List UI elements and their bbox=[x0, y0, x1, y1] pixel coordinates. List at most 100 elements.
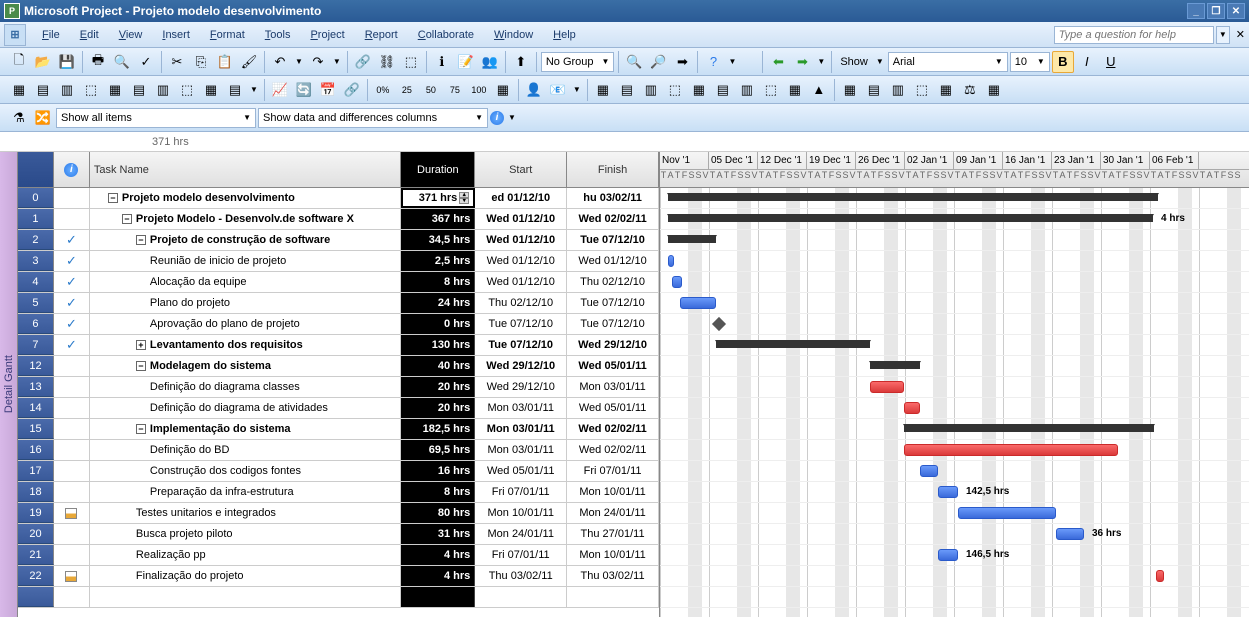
duration-cell[interactable]: 371 hrs▴▾ bbox=[401, 188, 475, 208]
tb2-5[interactable]: ▦ bbox=[104, 79, 126, 101]
row-number[interactable]: 2 bbox=[18, 230, 54, 250]
menu-insert[interactable]: Insert bbox=[152, 25, 200, 45]
task-name-cell[interactable]: Alocação da equipe bbox=[90, 272, 402, 292]
row-number[interactable]: 1 bbox=[18, 209, 54, 229]
row-number[interactable]: 18 bbox=[18, 482, 54, 502]
start-cell[interactable]: Fri 07/01/11 bbox=[475, 482, 567, 502]
help-icon[interactable]: ? bbox=[702, 51, 724, 73]
start-cell[interactable]: Wed 01/12/10 bbox=[475, 209, 567, 229]
start-cell[interactable]: Tue 07/12/10 bbox=[475, 314, 567, 334]
view-3[interactable]: ▥ bbox=[640, 79, 662, 101]
gantt-bar[interactable] bbox=[668, 214, 1153, 222]
row-number[interactable]: 20 bbox=[18, 524, 54, 544]
menu-format[interactable]: Format bbox=[200, 25, 255, 45]
row-number[interactable]: 4 bbox=[18, 272, 54, 292]
finish-cell[interactable]: Mon 24/01/11 bbox=[567, 503, 659, 523]
restore-button[interactable]: ❐ bbox=[1207, 3, 1225, 19]
task-name-cell[interactable]: Plano do projeto bbox=[90, 293, 402, 313]
row-number[interactable]: 16 bbox=[18, 440, 54, 460]
row-number[interactable]: 0 bbox=[18, 188, 54, 208]
help-dropdown[interactable]: ▼ bbox=[1216, 26, 1230, 44]
table-row[interactable]: 6✓Aprovação do plano de projeto0 hrsTue … bbox=[18, 314, 659, 335]
undo-dropdown[interactable]: ▼ bbox=[293, 57, 305, 66]
start-cell[interactable]: Thu 02/12/10 bbox=[475, 293, 567, 313]
task-name-cell[interactable]: Construção dos codigos fontes bbox=[90, 461, 402, 481]
header-start[interactable]: Start bbox=[475, 152, 567, 187]
table-row[interactable]: 12−Modelagem do sistema40 hrsWed 29/12/1… bbox=[18, 356, 659, 377]
print-icon[interactable]: 🖶 bbox=[87, 51, 109, 73]
format-painter-icon[interactable]: 🖌 bbox=[238, 51, 260, 73]
tb2-1[interactable]: ▦ bbox=[8, 79, 30, 101]
row-number[interactable]: 17 bbox=[18, 461, 54, 481]
copy-icon[interactable]: ⎘ bbox=[190, 51, 212, 73]
menu-edit[interactable]: Edit bbox=[70, 25, 109, 45]
group-combo[interactable]: No Group▼ bbox=[541, 52, 615, 72]
gantt-bar[interactable] bbox=[680, 297, 716, 309]
zoom-in-icon[interactable]: 🔍 bbox=[623, 51, 645, 73]
task-name-cell[interactable]: Busca projeto piloto bbox=[90, 524, 402, 544]
header-rownum[interactable] bbox=[18, 152, 54, 187]
start-cell[interactable]: Wed 01/12/10 bbox=[475, 272, 567, 292]
table-row[interactable]: 3✓Reunião de inicio de projeto2,5 hrsWed… bbox=[18, 251, 659, 272]
info-cell[interactable]: ✓ bbox=[54, 314, 90, 334]
compare-7[interactable]: ▦ bbox=[983, 79, 1005, 101]
compare-2[interactable]: ▤ bbox=[863, 79, 885, 101]
font-combo[interactable]: Arial▼ bbox=[888, 52, 1008, 72]
outline-toggle[interactable]: − bbox=[136, 361, 146, 371]
menu-view[interactable]: View bbox=[109, 25, 153, 45]
duration-cell[interactable]: 8 hrs bbox=[401, 482, 475, 502]
finish-cell[interactable]: Tue 07/12/10 bbox=[567, 314, 659, 334]
table-row[interactable]: 4✓Alocação da equipe8 hrsWed 01/12/10Thu… bbox=[18, 272, 659, 293]
table-row[interactable]: 18Preparação da infra-estrutura8 hrsFri … bbox=[18, 482, 659, 503]
finish-cell[interactable]: Tue 07/12/10 bbox=[567, 230, 659, 250]
start-cell[interactable]: Wed 29/12/10 bbox=[475, 377, 567, 397]
doc-close-button[interactable]: ✕ bbox=[1236, 28, 1245, 41]
duration-cell[interactable]: 367 hrs bbox=[401, 209, 475, 229]
duration-cell[interactable]: 0 hrs bbox=[401, 314, 475, 334]
finish-cell[interactable]: Wed 02/02/11 bbox=[567, 209, 659, 229]
finish-cell[interactable]: hu 03/02/11 bbox=[567, 188, 659, 208]
duration-spinner[interactable]: ▴▾ bbox=[459, 192, 469, 204]
row-number[interactable]: 13 bbox=[18, 377, 54, 397]
gantt-bar[interactable] bbox=[904, 402, 920, 414]
duration-cell[interactable]: 34,5 hrs bbox=[401, 230, 475, 250]
bold-button[interactable]: B bbox=[1052, 51, 1074, 73]
compare-6[interactable]: ⚖ bbox=[959, 79, 981, 101]
duration-cell[interactable]: 16 hrs bbox=[401, 461, 475, 481]
duration-cell[interactable]: 80 hrs bbox=[401, 503, 475, 523]
view-6[interactable]: ▤ bbox=[712, 79, 734, 101]
info-cell[interactable] bbox=[54, 461, 90, 481]
view-9[interactable]: ▦ bbox=[784, 79, 806, 101]
row-number[interactable]: 19 bbox=[18, 503, 54, 523]
menu-help[interactable]: Help bbox=[543, 25, 586, 45]
tb2-10[interactable]: ▤ bbox=[224, 79, 246, 101]
finish-cell[interactable]: Wed 05/01/11 bbox=[567, 356, 659, 376]
outline-toggle[interactable]: − bbox=[122, 214, 132, 224]
info-cell[interactable] bbox=[54, 524, 90, 544]
info-cell[interactable] bbox=[54, 545, 90, 565]
pct-75[interactable]: 75 bbox=[444, 79, 466, 101]
redo-dropdown[interactable]: ▼ bbox=[331, 57, 343, 66]
publish-icon[interactable]: ⬆ bbox=[510, 51, 532, 73]
table-row[interactable]: 13Definição do diagrama classes20 hrsWed… bbox=[18, 377, 659, 398]
collab-1[interactable]: 👤 bbox=[523, 79, 545, 101]
table-row[interactable]: 14Definição do diagrama de atividades20 … bbox=[18, 398, 659, 419]
finish-cell[interactable]: Wed 05/01/11 bbox=[567, 398, 659, 418]
gantt-bar[interactable] bbox=[958, 507, 1056, 519]
tb2-9[interactable]: ▦ bbox=[200, 79, 222, 101]
info-icon[interactable]: ℹ bbox=[431, 51, 453, 73]
split-icon[interactable]: ⬚ bbox=[400, 51, 422, 73]
finish-cell[interactable]: Wed 02/02/11 bbox=[567, 419, 659, 439]
view-1[interactable]: ▦ bbox=[592, 79, 614, 101]
finish-cell[interactable]: Wed 01/12/10 bbox=[567, 251, 659, 271]
finish-cell[interactable]: Tue 07/12/10 bbox=[567, 293, 659, 313]
milestone[interactable] bbox=[712, 317, 726, 331]
info-cell[interactable] bbox=[54, 440, 90, 460]
finish-cell[interactable]: Mon 10/01/11 bbox=[567, 482, 659, 502]
info-cell[interactable] bbox=[54, 188, 90, 208]
task-name-cell[interactable]: Realização pp bbox=[90, 545, 402, 565]
compare-5[interactable]: ▦ bbox=[935, 79, 957, 101]
info-cell[interactable] bbox=[54, 566, 90, 586]
info-cell[interactable]: ✓ bbox=[54, 272, 90, 292]
underline-button[interactable]: U bbox=[1100, 51, 1122, 73]
